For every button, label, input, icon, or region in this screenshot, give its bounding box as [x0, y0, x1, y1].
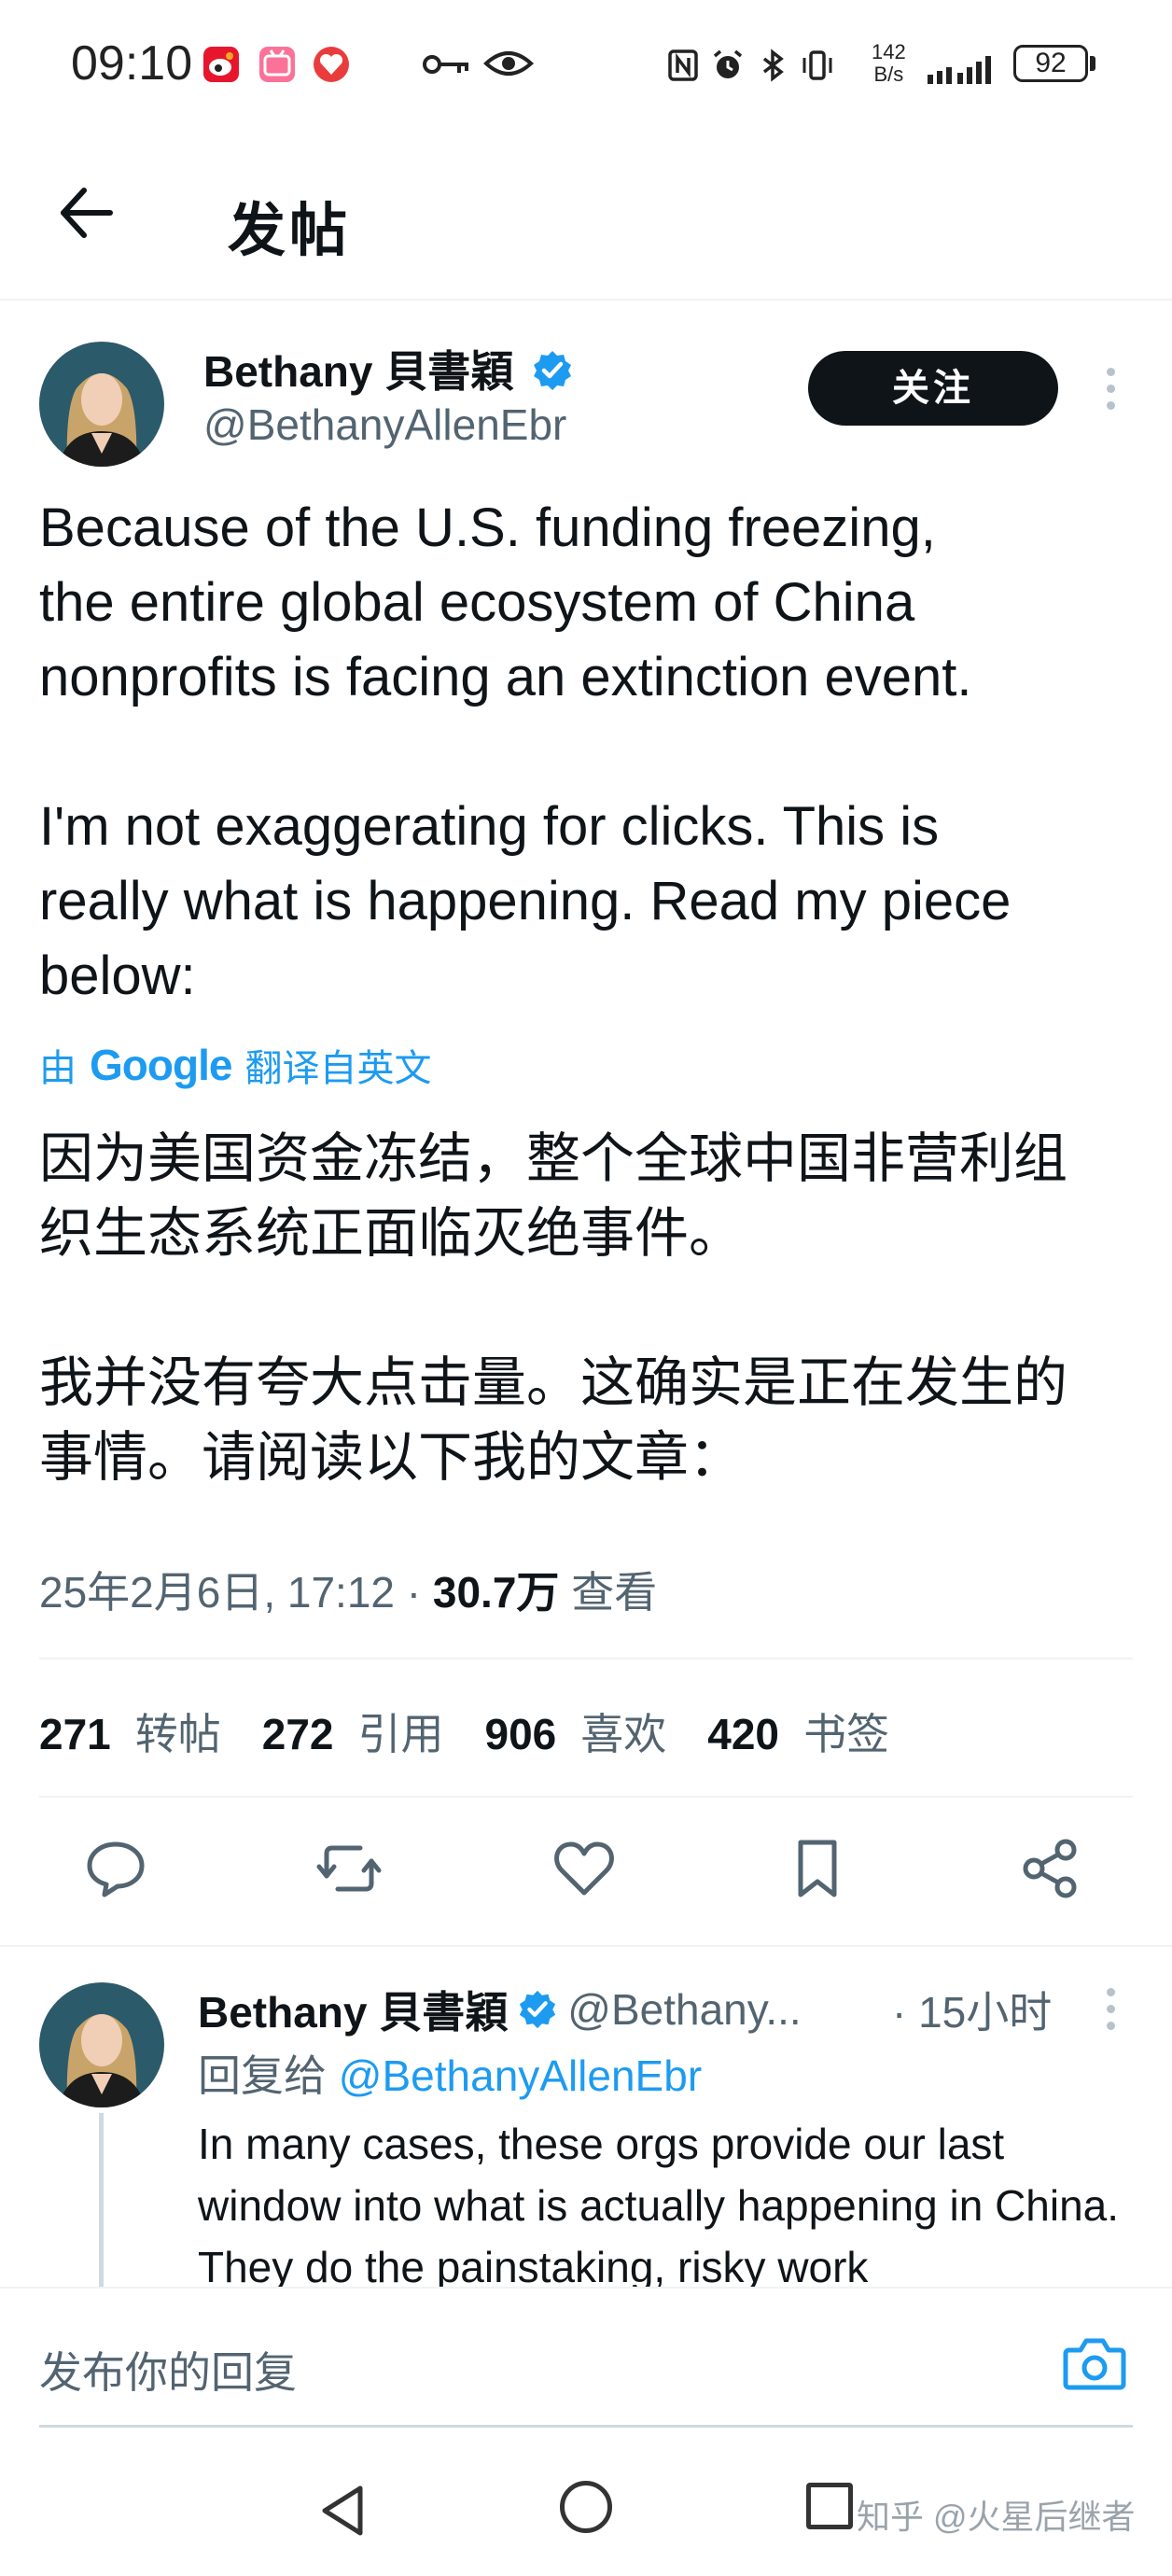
- reply-divider: [0, 1945, 1172, 1947]
- more-options-icon[interactable]: [1107, 368, 1116, 418]
- reply-author-name: Bethany 貝書穎: [198, 1988, 509, 2037]
- share-icon[interactable]: [1017, 1835, 1084, 1902]
- bookmark-icon[interactable]: [784, 1835, 851, 1902]
- translate-suffix: 翻译自英文: [244, 1048, 432, 1089]
- reply-to-prefix: 回复给: [198, 2051, 327, 2100]
- status-bar: 09:10 142 B/s 92: [0, 0, 1172, 131]
- battery-tip: [1090, 56, 1095, 71]
- bluetooth-icon: [762, 49, 784, 82]
- quote-stat[interactable]: 272 引用: [262, 1701, 444, 1762]
- view-count: 30.7万: [432, 1568, 560, 1617]
- retweet-icon[interactable]: [315, 1835, 383, 1902]
- reply-text: In many cases, these orgs provide our la…: [198, 2120, 1120, 2291]
- network-speed: 142 B/s: [872, 41, 906, 86]
- views-label: 查看: [571, 1568, 658, 1617]
- reply-input[interactable]: 发布你的回复: [39, 2339, 297, 2401]
- nav-recents-icon[interactable]: [806, 2483, 853, 2529]
- alarm-icon: [713, 49, 743, 78]
- follow-button[interactable]: 关注: [808, 351, 1058, 426]
- tweet-date[interactable]: 25年2月6日, 17:12 ·: [39, 1568, 421, 1617]
- verified-badge-icon: [534, 351, 572, 390]
- bilibili-icon: [259, 47, 295, 82]
- camera-icon[interactable]: [1062, 2333, 1127, 2393]
- author-name[interactable]: Bethany 貝書穎: [203, 338, 574, 399]
- header-divider: [0, 299, 1172, 301]
- weibo-icon: [203, 47, 239, 82]
- translated-text: 因为美国资金冻结，整个全球中国非营利组 织生态系统正面临灭绝事件。 我并没有夸大…: [39, 1128, 1068, 1488]
- like-label: 喜欢: [580, 1710, 667, 1758]
- translation-attribution[interactable]: 由 Google 翻译自英文: [39, 1038, 431, 1092]
- tweet-meta: 25年2月6日, 17:12 · 30.7万 查看: [39, 1559, 657, 1620]
- retweet-stat[interactable]: 271 转帖: [39, 1701, 221, 1762]
- page-title: 发帖: [228, 199, 352, 263]
- thread-line: [99, 2113, 104, 2290]
- bookmark-count: 420: [707, 1710, 779, 1758]
- retweet-count: 271: [39, 1710, 111, 1758]
- stats-top-divider: [39, 1658, 1133, 1659]
- avatar[interactable]: [39, 342, 164, 467]
- reply-icon[interactable]: [82, 1835, 149, 1902]
- reply-time: · 15小时: [892, 1988, 1053, 2037]
- back-arrow-icon[interactable]: [56, 183, 116, 243]
- like-stat[interactable]: 906 喜欢: [485, 1701, 667, 1762]
- reply-author[interactable]: Bethany 貝書穎 @Bethany...: [198, 1979, 802, 2040]
- author-handle[interactable]: @BethanyAllenEbr: [203, 399, 566, 450]
- vibrate-icon: [802, 50, 832, 80]
- eye-icon: [483, 51, 534, 76]
- like-icon[interactable]: [551, 1835, 618, 1902]
- red-app-icon: [314, 47, 349, 82]
- bookmark-stat[interactable]: 420 书签: [707, 1701, 889, 1762]
- reply-more-options-icon[interactable]: [1107, 1988, 1116, 2038]
- tweet-stats: 271 转帖 272 引用 906 喜欢 420 书签: [39, 1701, 889, 1762]
- network-speed-value: 142: [872, 40, 906, 63]
- signal-icon: [928, 56, 991, 84]
- reply-verified-badge-icon: [520, 1990, 556, 2029]
- quote-count: 272: [261, 1710, 334, 1758]
- action-bar: [0, 1835, 1172, 1919]
- bookmark-label: 书签: [803, 1710, 889, 1758]
- quote-label: 引用: [357, 1710, 444, 1758]
- reply-input-underline: [39, 2425, 1133, 2428]
- key-icon: [423, 55, 468, 74]
- stats-bottom-divider: [39, 1796, 1133, 1798]
- nav-back-icon[interactable]: [315, 2483, 371, 2539]
- system-icons: [666, 47, 834, 84]
- status-time: 09:10: [71, 36, 193, 91]
- battery-indicator: 92: [1013, 45, 1088, 82]
- google-logo: Google: [90, 1041, 232, 1089]
- author-name-text: Bethany 貝書穎: [203, 347, 514, 396]
- translate-prefix: 由: [39, 1048, 77, 1089]
- nav-home-icon[interactable]: [560, 2481, 612, 2533]
- reply-handle: @Bethany...: [567, 1985, 802, 2034]
- reply-avatar[interactable]: [39, 1982, 164, 2107]
- reply-to-handle[interactable]: @BethanyAllenEbr: [339, 2051, 702, 2100]
- reply-to-line: 回复给 @BethanyAllenEbr: [198, 2042, 702, 2104]
- retweet-label: 转帖: [134, 1710, 221, 1758]
- nfc-icon: [668, 49, 698, 81]
- watermark: 知乎 @火星后继者: [857, 2498, 1136, 2536]
- like-count: 906: [484, 1710, 557, 1758]
- tweet-text: Because of the U.S. funding freezing, th…: [39, 497, 1012, 1006]
- network-speed-unit: B/s: [873, 63, 904, 86]
